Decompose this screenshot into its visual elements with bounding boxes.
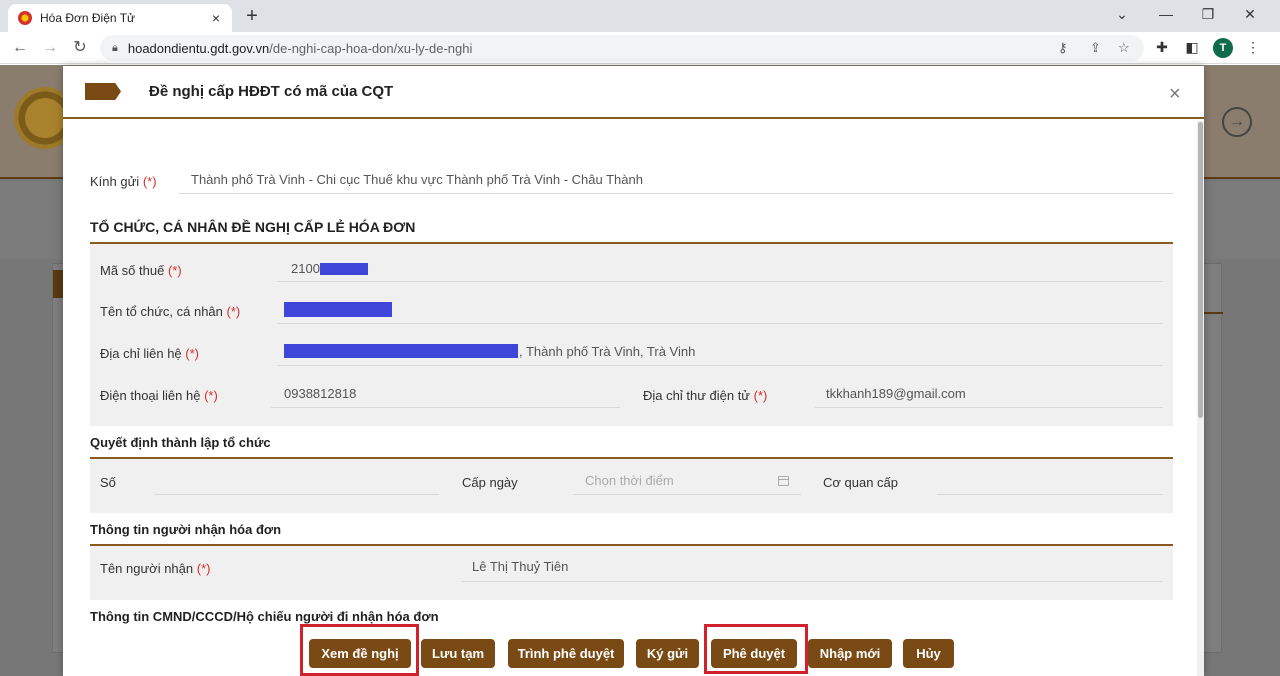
nguoinhan-underline bbox=[461, 581, 1163, 582]
applicant-panel bbox=[90, 244, 1173, 426]
modal-scrollbar-thumb[interactable] bbox=[1198, 122, 1203, 418]
submit-approval-button[interactable]: Trình phê duyệt bbox=[508, 639, 624, 668]
ten-underline bbox=[277, 323, 1163, 324]
redaction-box bbox=[284, 344, 518, 358]
coquan-field[interactable] bbox=[937, 494, 1163, 495]
email-underline bbox=[815, 407, 1163, 408]
so-label: Số bbox=[100, 475, 116, 490]
email-label: Địa chỉ thư điện tử (*) bbox=[643, 388, 768, 403]
profile-avatar[interactable]: T bbox=[1213, 38, 1233, 58]
lock-icon: 🔒︎ bbox=[112, 41, 118, 54]
ten-label: Tên tổ chức, cá nhân (*) bbox=[100, 304, 241, 319]
section-title-id-info: Thông tin CMND/CCCD/Hộ chiếu người đi nh… bbox=[90, 609, 439, 624]
browser-tab-bar: Hóa Đơn Điện Tử × + ⌄ — ❐ ✕ bbox=[0, 0, 1280, 32]
dienthoai-underline bbox=[271, 407, 620, 408]
key-icon[interactable]: ⚷ bbox=[1058, 40, 1068, 56]
menu-icon[interactable]: ⋮ bbox=[1244, 39, 1262, 56]
browser-tab[interactable]: Hóa Đơn Điện Tử × bbox=[8, 4, 232, 32]
tab-search-icon[interactable]: ⌄ bbox=[1110, 6, 1134, 23]
restore-icon[interactable]: ❐ bbox=[1196, 6, 1220, 23]
highlight-box-view-request bbox=[300, 624, 419, 676]
modal-title: Đề nghị cấp HĐĐT có mã của CQT bbox=[149, 83, 394, 100]
redaction-box bbox=[284, 302, 392, 317]
modal-content: Kính gửi (*) Thành phố Trà Vinh - Chi cụ… bbox=[63, 121, 1197, 631]
bookmark-star-icon[interactable]: ☆ bbox=[1118, 40, 1130, 56]
dienthoai-field[interactable]: 0938812818 bbox=[284, 386, 356, 401]
cancel-button[interactable]: Hủy bbox=[903, 639, 954, 668]
nguoinhan-field[interactable]: Lê Thị Thuỷ Tiên bbox=[472, 559, 568, 574]
email-field[interactable]: tkkhanh189@gmail.com bbox=[826, 386, 966, 401]
diachi-label: Địa chỉ liên hệ (*) bbox=[100, 346, 199, 361]
kinh-gui-underline bbox=[179, 193, 1173, 194]
new-tab-button[interactable]: + bbox=[242, 4, 262, 28]
section-title-recipient: Thông tin người nhận hóa đơn bbox=[90, 522, 282, 537]
capngay-underline bbox=[573, 494, 801, 495]
share-icon[interactable]: ⇪ bbox=[1090, 40, 1101, 56]
mst-label: Mã số thuế (*) bbox=[100, 263, 182, 278]
tab-title: Hóa Đơn Điện Tử bbox=[40, 11, 136, 25]
kinh-gui-label: Kính gửi (*) bbox=[90, 174, 157, 189]
section-title-applicant: TỔ CHỨC, CÁ NHÂN ĐỀ NGHỊ CẤP LẺ HÓA ĐƠN bbox=[90, 219, 416, 235]
site-favicon-icon bbox=[18, 11, 32, 25]
calendar-icon[interactable] bbox=[778, 476, 789, 486]
new-entry-button[interactable]: Nhập mới bbox=[808, 639, 892, 668]
diachi-field[interactable]: , Thành phố Trà Vinh, Trà Vinh bbox=[519, 344, 695, 359]
tab-close-icon[interactable]: × bbox=[208, 10, 224, 26]
diachi-underline bbox=[277, 365, 1163, 366]
sign-send-button[interactable]: Ký gửi bbox=[636, 639, 699, 668]
window-close-icon[interactable]: ✕ bbox=[1238, 6, 1262, 23]
mst-underline bbox=[277, 281, 1163, 282]
background-card-rule bbox=[1203, 312, 1223, 314]
header-tag-icon bbox=[85, 83, 121, 100]
forward-icon[interactable]: → bbox=[40, 38, 60, 58]
save-draft-button[interactable]: Lưu tạm bbox=[421, 639, 495, 668]
modal-close-icon[interactable]: × bbox=[1169, 84, 1181, 104]
side-panel-icon[interactable]: ◧ bbox=[1183, 39, 1201, 56]
so-field[interactable] bbox=[155, 494, 439, 495]
reload-icon[interactable]: ↻ bbox=[70, 38, 90, 58]
section-title-establishment: Quyết định thành lập tổ chức bbox=[90, 435, 271, 450]
modal-header: Đề nghị cấp HĐĐT có mã của CQT × bbox=[63, 66, 1204, 119]
recipient-panel bbox=[90, 546, 1173, 600]
minimize-icon[interactable]: — bbox=[1154, 6, 1178, 22]
extensions-icon[interactable]: ✚ bbox=[1153, 39, 1171, 56]
nguoinhan-label: Tên người nhận (*) bbox=[100, 561, 211, 576]
address-bar[interactable]: 🔒︎ hoadondientu.gdt.gov.vn/de-nghi-cap-h… bbox=[100, 35, 1144, 61]
url-text: hoadondientu.gdt.gov.vn/de-nghi-cap-hoa-… bbox=[127, 40, 473, 56]
modal-footer: Xem đề nghị Lưu tạm Trình phê duyệt Ký g… bbox=[63, 631, 1197, 676]
kinh-gui-field[interactable]: Thành phố Trà Vinh - Chi cục Thuế khu vự… bbox=[191, 172, 643, 187]
dienthoai-label: Điện thoại liên hệ (*) bbox=[100, 388, 218, 403]
back-icon[interactable]: ← bbox=[10, 38, 30, 58]
capngay-datepicker[interactable]: Chọn thời điểm bbox=[585, 473, 674, 488]
request-modal: Đề nghị cấp HĐĐT có mã của CQT × Kính gử… bbox=[63, 66, 1204, 676]
coquan-label: Cơ quan cấp bbox=[823, 475, 899, 490]
browser-toolbar: ← → ↻ 🔒︎ hoadondientu.gdt.gov.vn/de-nghi… bbox=[0, 32, 1280, 64]
redaction-box bbox=[320, 263, 368, 275]
highlight-box-approve bbox=[704, 624, 808, 674]
mst-field[interactable]: 2100 bbox=[291, 261, 320, 276]
logout-arrow-icon: → bbox=[1222, 107, 1252, 137]
capngay-label: Cấp ngày bbox=[462, 475, 518, 490]
